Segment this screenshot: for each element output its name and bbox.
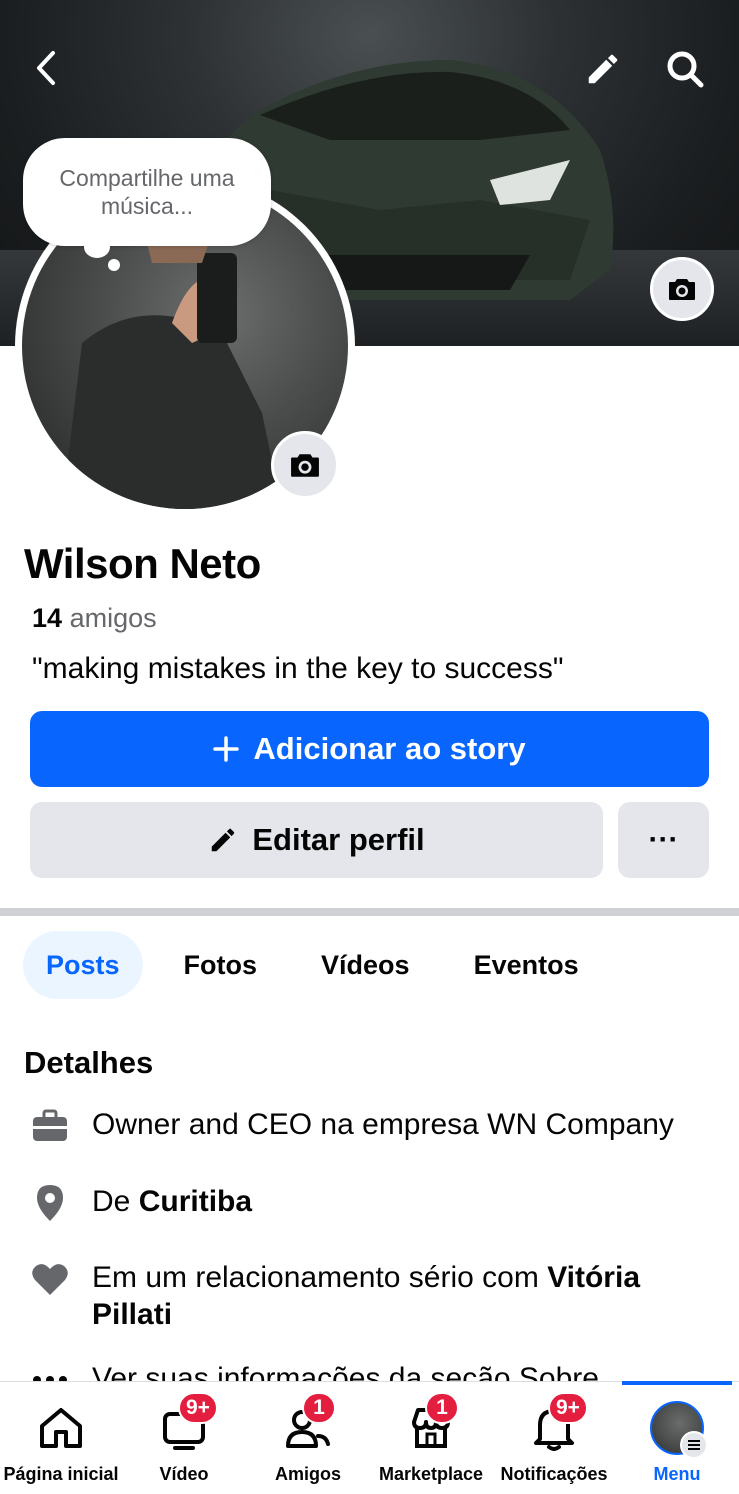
share-music-bubble[interactable]: Compartilhe uma música... [23,138,271,246]
nav-notifications-label: Notificações [500,1464,608,1484]
chevron-left-icon [37,51,55,85]
search-icon [667,51,704,88]
briefcase-icon [30,1106,70,1146]
nav-video[interactable]: 9+ Vídeo [122,1382,246,1494]
profile-bio: "making mistakes in the key to success" [32,652,564,685]
video-badge: 9+ [178,1392,218,1424]
location-prefix: De [92,1185,131,1218]
nav-home[interactable]: Página inicial [0,1382,122,1494]
tab-events[interactable]: Eventos [451,931,602,999]
profile-camera-button[interactable] [271,431,339,499]
menu-avatar-icon [647,1398,708,1459]
edit-cover-button[interactable] [580,46,626,92]
menu-lines-icon [680,1431,708,1459]
relationship-text: Em um relacionamento sério com Vitória P… [92,1259,712,1333]
back-button[interactable] [26,48,66,88]
plus-icon [213,736,240,762]
pencil-icon [212,828,235,852]
nav-marketplace[interactable]: 1 Marketplace [370,1382,492,1494]
nav-menu-label: Menu [653,1464,701,1484]
bell-icon: 9+ [524,1392,588,1458]
edit-profile-label: Editar perfil [252,822,425,857]
nav-friends[interactable]: 1 Amigos [246,1382,370,1494]
friends-count-link[interactable]: 14 amigos [32,603,157,634]
cover-camera-button[interactable] [650,257,714,321]
friends-icon: 1 [278,1392,338,1458]
bubble-tail-large [84,236,110,258]
add-to-story-button[interactable]: Adicionar ao story [30,711,709,787]
marketplace-badge: 1 [425,1392,459,1424]
friends-badge: 1 [302,1392,336,1424]
add-to-story-label: Adicionar ao story [253,731,526,766]
location-city[interactable]: Curitiba [139,1185,252,1218]
profile-tabs: Posts Fotos Vídeos Eventos [23,931,620,999]
nav-video-label: Vídeo [159,1464,209,1484]
details-heading: Detalhes [24,1045,154,1080]
tab-videos[interactable]: Vídeos [298,931,433,999]
bottom-navigation: Página inicial 9+ Vídeo 1 Amigos 1 Marke… [0,1381,739,1494]
nav-home-label: Página inicial [3,1464,119,1484]
tab-posts[interactable]: Posts [23,931,143,999]
nav-menu[interactable]: Menu [616,1382,738,1494]
notifications-badge: 9+ [548,1392,588,1424]
camera-icon [669,279,695,300]
search-button[interactable] [662,46,708,92]
bubble-tail-small [108,259,120,271]
work-text: Owner and CEO na empresa WN Company [92,1108,674,1141]
home-icon [31,1398,91,1458]
active-tab-indicator [622,1381,732,1385]
heart-icon [30,1259,70,1299]
more-dots-icon: ··· [648,823,679,856]
relationship-prefix: Em um relacionamento sério com [92,1261,539,1294]
location-text: De Curitiba [92,1183,712,1220]
edit-profile-button[interactable]: Editar perfil [30,802,603,878]
menu-avatar [650,1401,708,1459]
nav-friends-label: Amigos [274,1464,341,1484]
friends-label: amigos [69,603,157,633]
section-divider [0,908,739,916]
more-options-button[interactable]: ··· [618,802,709,878]
tab-photos[interactable]: Fotos [161,931,281,999]
nav-marketplace-label: Marketplace [378,1464,484,1484]
video-icon: 9+ [154,1392,218,1458]
profile-name: Wilson Neto [24,540,261,587]
location-pin-icon [30,1183,70,1223]
marketplace-icon: 1 [401,1392,461,1458]
nav-notifications[interactable]: 9+ Notificações [492,1382,616,1494]
friends-count: 14 [32,603,63,633]
camera-icon [291,454,319,477]
pencil-icon [588,54,618,84]
